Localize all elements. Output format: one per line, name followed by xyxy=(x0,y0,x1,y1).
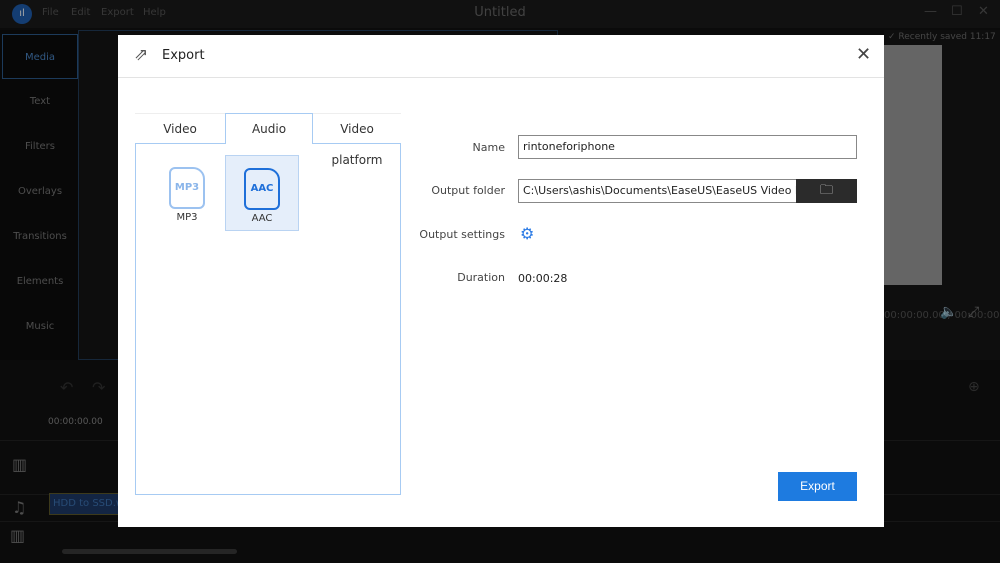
export-button[interactable]: Export xyxy=(778,472,857,501)
name-label: Name xyxy=(472,141,505,154)
format-label: MP3 xyxy=(176,212,198,223)
format-mp3[interactable]: MP3 MP3 xyxy=(150,155,224,231)
format-label: AAC xyxy=(251,213,273,224)
format-panel: Video Audio Video platform MP3 MP3 AAC A… xyxy=(135,113,401,495)
output-folder-label: Output folder xyxy=(431,184,505,197)
dialog-header: ⇗ Export ✕ xyxy=(118,35,884,78)
close-icon[interactable]: ✕ xyxy=(856,44,871,65)
export-icon: ⇗ xyxy=(134,45,149,65)
duration-label: Duration xyxy=(457,271,505,284)
mp3-file-icon: MP3 xyxy=(169,167,205,209)
duration-value: 00:00:28 xyxy=(518,272,568,285)
output-folder-input[interactable]: C:\Users\ashis\Documents\EaseUS\EaseUS V… xyxy=(518,179,798,203)
dialog-title: Export xyxy=(162,48,205,63)
browse-folder-button[interactable]: 🗀 xyxy=(796,179,857,203)
output-settings-label: Output settings xyxy=(419,228,505,241)
gear-icon[interactable]: ⚙ xyxy=(520,224,534,243)
format-aac[interactable]: AAC AAC xyxy=(225,155,299,231)
tab-audio[interactable]: Audio xyxy=(225,113,313,144)
export-dialog: ⇗ Export ✕ Video Audio Video platform MP… xyxy=(118,35,884,527)
folder-icon: 🗀 xyxy=(819,183,833,198)
aac-file-icon: AAC xyxy=(244,168,280,210)
tab-video[interactable]: Video xyxy=(135,113,225,144)
name-input[interactable]: rintoneforiphone xyxy=(518,135,857,159)
tab-video-platform[interactable]: Video platform xyxy=(313,113,401,167)
